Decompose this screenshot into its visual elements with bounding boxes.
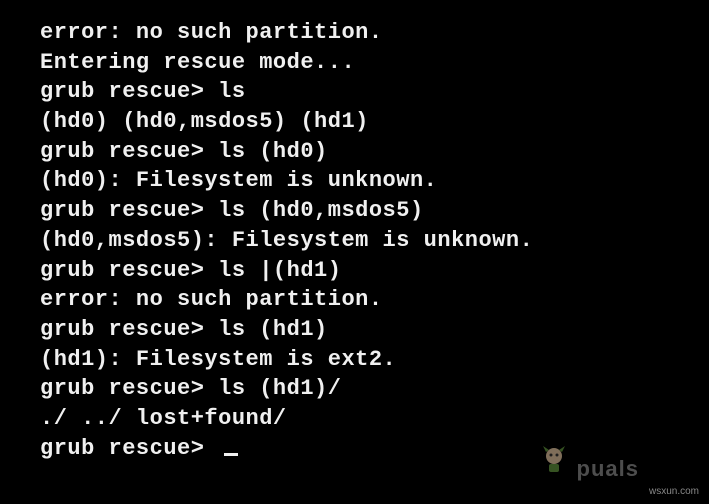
watermark-text: wsxun.com (649, 485, 699, 499)
output-line: error: no such partition. (40, 18, 709, 48)
prompt-line: grub rescue> ls (hd0,msdos5) (40, 196, 709, 226)
terminal-output: error: no such partition. Entering rescu… (40, 18, 709, 463)
prompt-line: grub rescue> ls (40, 77, 709, 107)
prompt-text: grub rescue> (40, 436, 218, 461)
prompt-line: grub rescue> ls |(hd1) (40, 256, 709, 286)
prompt-line: grub rescue> ls (hd1)/ (40, 374, 709, 404)
prompt-line: grub rescue> ls (hd0) (40, 137, 709, 167)
output-line: ./ ../ lost+found/ (40, 404, 709, 434)
logo-text: puals (577, 454, 639, 484)
output-line: Entering rescue mode... (40, 48, 709, 78)
prompt-line: grub rescue> ls (hd1) (40, 315, 709, 345)
cursor (224, 453, 238, 456)
output-line: (hd0) (hd0,msdos5) (hd1) (40, 107, 709, 137)
output-line: (hd0): Filesystem is unknown. (40, 166, 709, 196)
logo-mascot-icon (539, 444, 569, 474)
output-line: (hd0,msdos5): Filesystem is unknown. (40, 226, 709, 256)
output-line: error: no such partition. (40, 285, 709, 315)
output-line: (hd1): Filesystem is ext2. (40, 345, 709, 375)
